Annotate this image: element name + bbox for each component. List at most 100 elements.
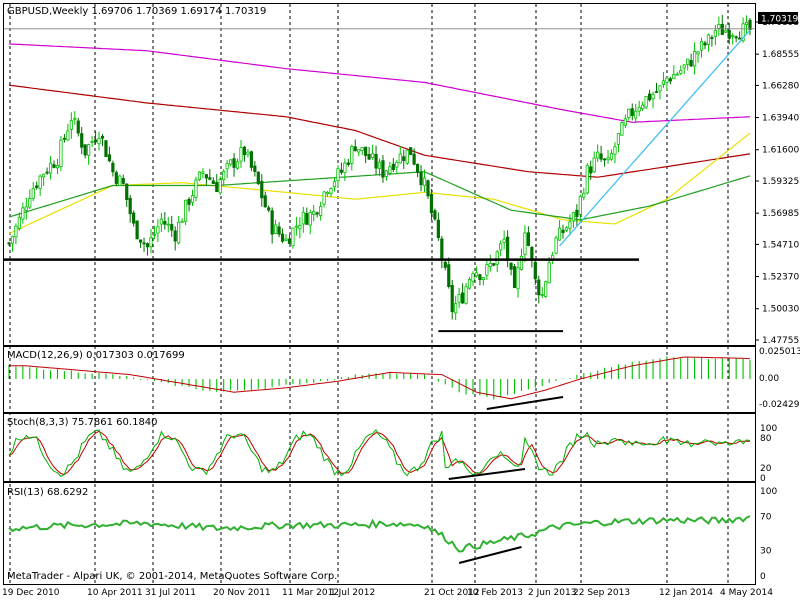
candle-body: [412, 153, 416, 165]
candle-body: [561, 229, 565, 234]
candle-body: [187, 198, 191, 205]
candle-body: [308, 212, 312, 226]
candle-body: [319, 206, 323, 216]
candle-body: [384, 170, 389, 177]
candle-body: [59, 139, 63, 167]
candle-body: [357, 148, 361, 153]
candle-body: [672, 73, 676, 80]
x-tick-label: 20 Nov 2011: [213, 588, 271, 598]
candle-body: [523, 232, 527, 255]
candle-body: [215, 181, 219, 193]
candle-body: [415, 163, 420, 173]
candle-body: [100, 135, 105, 139]
candle-body: [201, 171, 205, 174]
candle-body: [509, 262, 513, 270]
candle-body: [596, 151, 600, 159]
candle-body: [447, 264, 451, 287]
candle-body: [686, 58, 690, 65]
candle-body: [554, 237, 558, 254]
candle-body: [90, 141, 94, 143]
candle-body: [537, 279, 541, 296]
candle-body: [377, 161, 382, 169]
candle-body: [661, 80, 666, 85]
candle-body: [381, 160, 385, 178]
candle-body: [7, 242, 11, 245]
candle-body: [294, 225, 298, 228]
candle-body: [218, 179, 222, 194]
candle-body: [533, 261, 537, 280]
candle-body: [353, 146, 357, 152]
candle-body: [488, 263, 492, 267]
candle-body: [682, 64, 686, 69]
candle-body: [253, 165, 257, 172]
candle-body: [495, 251, 499, 265]
candle-body: [440, 238, 444, 260]
candle-body: [346, 162, 350, 165]
candle-body: [613, 146, 617, 155]
candle-body: [138, 239, 143, 243]
candle-body: [190, 195, 195, 203]
candle-body: [163, 221, 167, 225]
candle-body: [592, 157, 596, 173]
candle-body: [48, 162, 53, 174]
candle-body: [121, 177, 125, 184]
stoch-y-tick-label: 80: [760, 434, 772, 444]
candle-body: [239, 147, 243, 162]
candle-body: [28, 198, 32, 208]
candle-body: [710, 37, 714, 39]
candle-body: [339, 169, 344, 173]
candle-body: [274, 224, 278, 234]
candle-body: [374, 153, 378, 169]
candle-body: [720, 23, 724, 36]
x-tick-label: 19 Dec 2010: [2, 588, 60, 598]
candle-body: [325, 191, 330, 195]
candle-body: [149, 237, 153, 248]
candle-body: [738, 37, 742, 40]
y-tick-label: 1.61600: [762, 146, 799, 156]
candle-body: [284, 238, 288, 241]
candle-body: [225, 163, 229, 170]
candle-body: [14, 225, 18, 238]
candle-body: [713, 30, 717, 37]
candle-body: [135, 220, 139, 240]
candle-body: [457, 294, 461, 303]
candle-body: [433, 210, 437, 220]
candle-body: [748, 19, 752, 30]
candle-body: [699, 41, 704, 51]
candle-body: [589, 166, 593, 174]
x-tick-label: 12 Jan 2014: [659, 588, 713, 598]
macd-y-tick-label: 0.00: [759, 374, 779, 384]
candle-body: [364, 146, 368, 156]
y-tick-label: 1.56985: [762, 209, 799, 219]
stoch-y-tick-label: 100: [760, 424, 777, 434]
stoch-y-tick-label: 20: [760, 464, 772, 474]
candle-body: [474, 272, 479, 277]
candle-body: [602, 158, 607, 161]
rsi-panel-frame: [3, 482, 756, 585]
candle-body: [634, 110, 638, 119]
candle-body: [606, 157, 610, 161]
candle-body: [107, 154, 112, 162]
candle-body: [464, 286, 468, 304]
candle-body: [277, 226, 281, 235]
candle-body: [388, 166, 392, 174]
candle-body: [370, 153, 375, 158]
candle-body: [405, 149, 409, 164]
candle-body: [263, 195, 267, 208]
candle-body: [249, 151, 253, 168]
candle-body: [180, 220, 184, 223]
candle-body: [114, 172, 118, 184]
candle-body: [568, 221, 572, 229]
candle-body: [142, 242, 146, 245]
rsi-y-tick-label: 30: [760, 547, 772, 557]
rsi-title: RSI(13) 68.6292: [7, 487, 88, 498]
chart-svg: 19 Dec 2010 10 Apr 2011 31 Jul 2011 20 Nov …: [2, 3, 800, 598]
candle-body: [395, 161, 399, 168]
y-tick-label: 1.52370: [762, 273, 799, 283]
candle-body: [599, 153, 603, 160]
x-tick-label: 10 Feb 2013: [467, 588, 523, 598]
candle-body: [170, 224, 174, 231]
candle-body: [332, 181, 337, 188]
candle-body: [197, 171, 202, 181]
candle-body: [727, 30, 731, 39]
